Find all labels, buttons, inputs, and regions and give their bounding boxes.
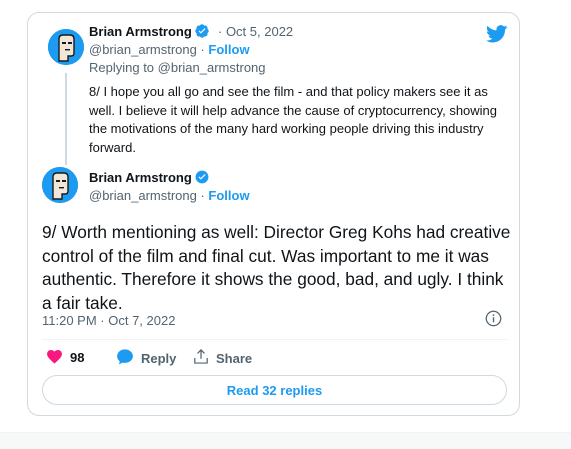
like-button[interactable]: 98 [46, 348, 84, 367]
share-icon [193, 348, 216, 368]
page-footer-strip [0, 432, 571, 449]
separator: · [196, 42, 209, 57]
tweet-timestamp[interactable]: 11:20 PM · Oct 7, 2022 [42, 313, 175, 328]
handle[interactable]: @brian_armstrong [89, 42, 197, 57]
avatar[interactable] [48, 29, 84, 65]
reply-button[interactable]: Reply [116, 348, 176, 368]
handle[interactable]: @brian_armstrong [89, 188, 197, 203]
avatar[interactable] [42, 167, 78, 203]
previous-tweet-text: 8/ I hope you all go and see the film - … [89, 84, 498, 155]
embedded-tweet-card: Brian Armstrong · Oct 5, 2022 @brian_arm… [27, 12, 520, 416]
read-replies-button[interactable]: Read 32 replies [42, 375, 507, 405]
main-tweet-text: 9/ Worth mentioning as well: Director Gr… [42, 222, 511, 313]
thread-connector-line [65, 73, 67, 165]
share-label: Share [216, 350, 253, 366]
info-icon[interactable] [485, 310, 502, 332]
follow-link[interactable]: Follow [208, 42, 249, 57]
tweet-date[interactable]: · Oct 5, 2022 [218, 24, 293, 39]
heart-icon [46, 348, 70, 367]
reply-bubble-icon [116, 348, 141, 368]
divider [42, 339, 507, 340]
verified-badge-icon [195, 170, 209, 187]
handle-line-previous: @brian_armstrong · Follow [89, 42, 250, 57]
handle-line-main: @brian_armstrong · Follow [89, 188, 250, 203]
like-count: 98 [70, 350, 85, 365]
replying-to[interactable]: Replying to @brian_armstrong [89, 60, 266, 75]
author-name-main[interactable]: Brian Armstrong [89, 170, 209, 187]
author-name-label[interactable]: Brian Armstrong [89, 24, 192, 39]
separator: · [196, 188, 209, 203]
share-button[interactable]: Share [193, 348, 252, 368]
author-name-previous[interactable]: Brian Armstrong [89, 24, 209, 41]
follow-link[interactable]: Follow [208, 188, 249, 203]
verified-badge-icon [195, 24, 209, 41]
author-name-label[interactable]: Brian Armstrong [89, 170, 192, 185]
reply-label: Reply [141, 350, 177, 366]
twitter-bird-icon[interactable] [486, 25, 508, 48]
